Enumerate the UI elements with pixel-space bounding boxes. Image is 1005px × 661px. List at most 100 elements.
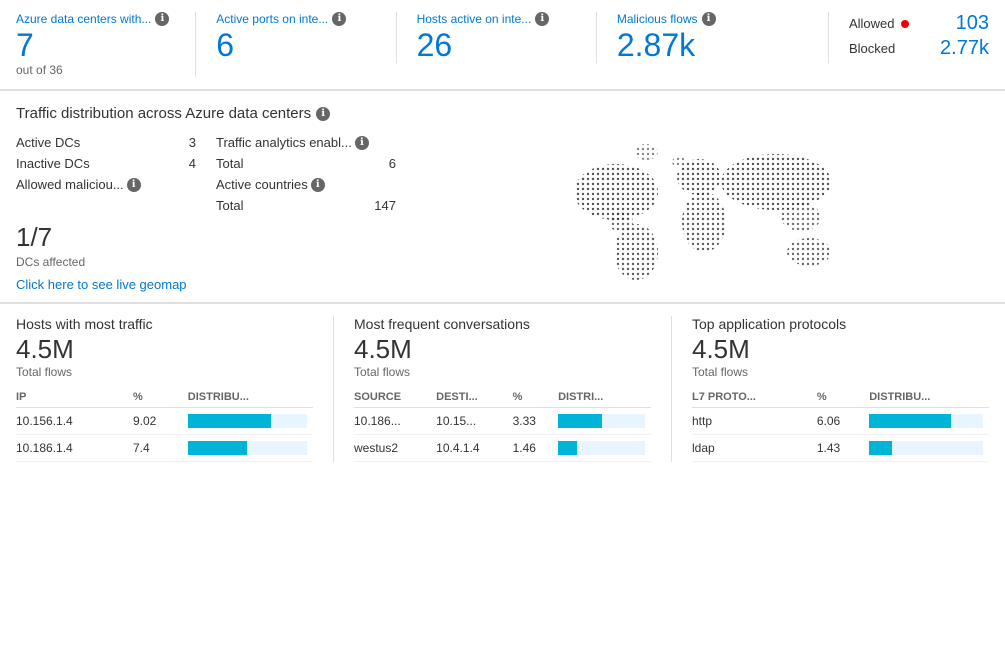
active-countries-row: Active countries ℹ <box>216 174 396 195</box>
allowed-label: Allowed <box>849 16 895 31</box>
traffic-section: Traffic distribution across Azure data c… <box>0 91 1005 303</box>
hosts-active-metric: Hosts active on inte... ℹ 26 <box>417 12 597 63</box>
inactive-dcs-value: 4 <box>189 156 196 171</box>
app-protocols-total: 4.5M <box>692 334 989 365</box>
traffic-section-title: Traffic distribution across Azure data c… <box>16 105 989 122</box>
proto-bar-cell <box>869 435 989 462</box>
traffic-title-text: Traffic distribution across Azure data c… <box>16 105 311 122</box>
hosts-active-label-text: Hosts active on inte... <box>417 12 532 26</box>
proto-bar-container <box>869 441 983 455</box>
azure-dc-metric: Azure data centers with... ℹ 7 out of 36 <box>16 12 196 77</box>
host-bar-container <box>188 441 307 455</box>
host-bar-container <box>188 414 307 428</box>
conv-pct: 1.46 <box>513 435 558 462</box>
world-map-svg <box>541 132 861 292</box>
bottom-panels: Hosts with most traffic 4.5M Total flows… <box>0 304 1005 474</box>
host-ip: 10.186.1.4 <box>16 435 133 462</box>
app-protocols-header-row: L7 PROTO... % DISTRIBU... <box>692 387 989 408</box>
inactive-dcs-label: Inactive DCs <box>16 156 90 171</box>
allowed-blocked-panel: Allowed 103 Blocked 2.77k <box>849 12 989 60</box>
hosts-traffic-total: 4.5M <box>16 334 313 365</box>
host-bar-fill <box>188 414 271 428</box>
total-ta-value: 6 <box>389 156 396 171</box>
host-ip: 10.156.1.4 <box>16 408 133 435</box>
total-ac-row: Total 147 <box>216 195 396 216</box>
proto-name: http <box>692 408 817 435</box>
traffic-analytics-row: Traffic analytics enabl... ℹ <box>216 132 396 153</box>
active-ports-label: Active ports on inte... ℹ <box>216 12 375 26</box>
host-pct: 7.4 <box>133 435 188 462</box>
total-ta-row: Total 6 <box>216 153 396 174</box>
col-distribu: DISTRIBU... <box>188 387 313 408</box>
conversations-header-row: SOURCE DESTI... % DISTRI... <box>354 387 651 408</box>
host-pct: 9.02 <box>133 408 188 435</box>
malicious-flows-info-icon[interactable]: ℹ <box>702 12 716 26</box>
conversations-table: SOURCE DESTI... % DISTRI... 10.186... 10… <box>354 387 651 462</box>
dcs-affected-label: DCs affected <box>16 255 396 269</box>
proto-pct: 6.06 <box>817 408 869 435</box>
app-protocols-sub: Total flows <box>692 365 989 379</box>
malicious-flows-metric: Malicious flows ℹ 2.87k <box>617 12 829 63</box>
proto-pct: 1.43 <box>817 435 869 462</box>
allowed-malicious-label: Allowed maliciou... ℹ <box>16 177 141 192</box>
world-map <box>412 132 989 292</box>
active-ports-label-text: Active ports on inte... <box>216 12 328 26</box>
hosts-active-info-icon[interactable]: ℹ <box>535 12 549 26</box>
malicious-flows-value: 2.87k <box>617 28 808 63</box>
active-countries-info-icon[interactable]: ℹ <box>311 178 325 192</box>
active-countries-label: Active countries ℹ <box>216 177 325 192</box>
active-ports-info-icon[interactable]: ℹ <box>332 12 346 26</box>
col-pct2: % <box>513 387 558 408</box>
col-pct: % <box>133 387 188 408</box>
proto-bar-cell <box>869 408 989 435</box>
allowed-value: 103 <box>949 12 989 35</box>
conv-bar-fill <box>558 414 601 428</box>
azure-dc-value: 7 <box>16 28 175 63</box>
allowed-red-dot <box>901 20 909 28</box>
conv-dest: 10.4.1.4 <box>436 435 512 462</box>
table-row: westus2 10.4.1.4 1.46 <box>354 435 651 462</box>
traffic-body: Active DCs 3 Inactive DCs 4 Allowed mali… <box>16 132 989 292</box>
dcs-fraction: 1/7 <box>16 222 396 253</box>
traffic-analytics-info-icon[interactable]: ℹ <box>355 136 369 150</box>
table-row: 10.186... 10.15... 3.33 <box>354 408 651 435</box>
azure-dc-label: Azure data centers with... ℹ <box>16 12 175 26</box>
allowed-malicious-info-icon[interactable]: ℹ <box>127 178 141 192</box>
azure-dc-info-icon[interactable]: ℹ <box>155 12 169 26</box>
app-protocols-panel: Top application protocols 4.5M Total flo… <box>692 316 989 462</box>
col-distri: DISTRI... <box>558 387 651 408</box>
blocked-label: Blocked <box>849 41 895 56</box>
hosts-traffic-sub: Total flows <box>16 365 313 379</box>
host-bar-fill <box>188 441 248 455</box>
allowed-row: Allowed 103 <box>849 12 989 35</box>
azure-dc-sub: out of 36 <box>16 63 175 77</box>
app-protocols-title: Top application protocols <box>692 316 989 332</box>
conv-pct: 3.33 <box>513 408 558 435</box>
proto-name: ldap <box>692 435 817 462</box>
active-dcs-value: 3 <box>189 135 196 150</box>
traffic-analytics-label: Traffic analytics enabl... ℹ <box>216 135 369 150</box>
active-ports-metric: Active ports on inte... ℹ 6 <box>216 12 396 63</box>
col-source: SOURCE <box>354 387 436 408</box>
col-distribu2: DISTRIBU... <box>869 387 989 408</box>
table-row: http 6.06 <box>692 408 989 435</box>
col-dest: DESTI... <box>436 387 512 408</box>
traffic-info-icon[interactable]: ℹ <box>316 107 330 121</box>
proto-bar-fill <box>869 414 951 428</box>
malicious-flows-label: Malicious flows ℹ <box>617 12 808 26</box>
app-protocols-table: L7 PROTO... % DISTRIBU... http 6.06 ldap… <box>692 387 989 462</box>
host-bar-cell <box>188 435 313 462</box>
hosts-active-label: Hosts active on inte... ℹ <box>417 12 576 26</box>
live-geomap-link[interactable]: Click here to see live geomap <box>16 277 187 292</box>
inactive-dcs-row: Inactive DCs 4 <box>16 153 196 174</box>
conv-bar-container <box>558 414 645 428</box>
hosts-traffic-table: IP % DISTRIBU... 10.156.1.4 9.02 10.186.… <box>16 387 313 462</box>
conv-source: westus2 <box>354 435 436 462</box>
blocked-row: Blocked 2.77k <box>849 37 989 60</box>
col-pct3: % <box>817 387 869 408</box>
allowed-malicious-row: Allowed maliciou... ℹ <box>16 174 196 195</box>
active-ports-value: 6 <box>216 28 375 63</box>
conv-bar-container <box>558 441 645 455</box>
total-ta-label: Total <box>216 156 243 171</box>
total-ac-label: Total <box>216 198 243 213</box>
